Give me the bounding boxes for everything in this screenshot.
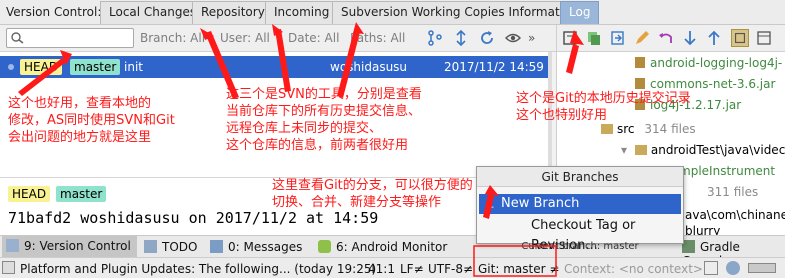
annotation-git-branches: 这里查看Git的分支，可以很方便的 切换、合并、新建分支等操作 — [272, 178, 473, 210]
annotation-git-log: 这个是Git的本地历史提交记录 这个也特别好用 — [516, 91, 691, 123]
annotation-svn-tools: 这三个是SVN的工具，分别是查看 当前仓库下的所有历史提交信息、 远程仓库上未同… — [226, 87, 422, 153]
annotation-local-changes: 这个也好用，查看本地的 修改，AS同时使用SVN和Git 会出问题的地方就是这里 — [8, 96, 175, 145]
